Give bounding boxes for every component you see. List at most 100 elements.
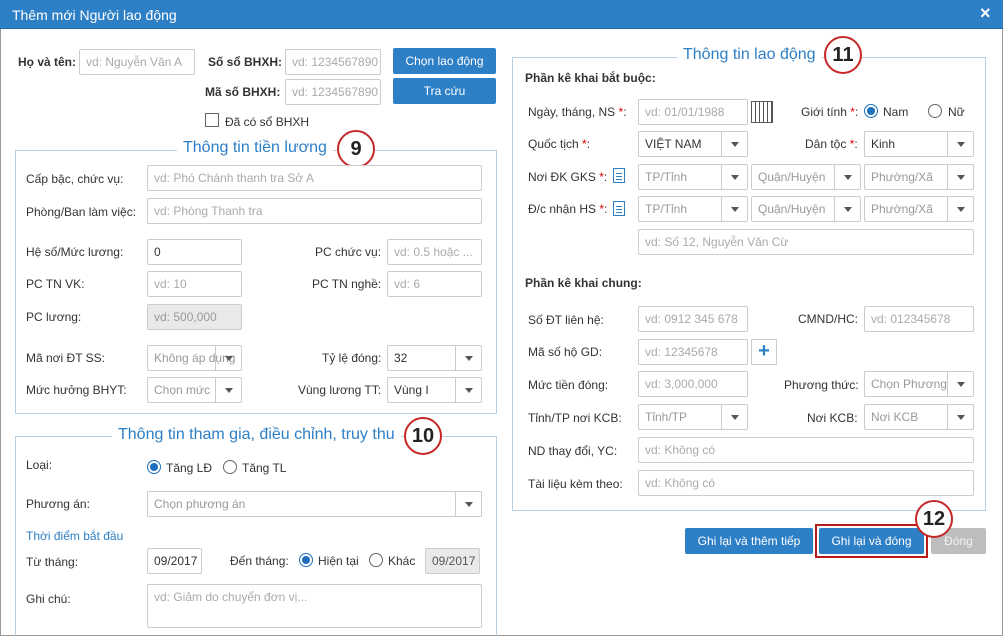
noi-dk-huyen-select[interactable]: Quận/Huyện (751, 164, 861, 190)
ghi-lai-them-tiep-button[interactable]: Ghi lại và thêm tiếp (685, 528, 813, 554)
quoc-tich-label: Quốc tịch *: (528, 137, 591, 151)
muc-tien-input[interactable]: vd: 3,000,000 (638, 371, 748, 397)
lao-dong-legend: Thông tin lao động (677, 46, 822, 64)
chevron-down-icon (465, 388, 473, 393)
vung-luong-value: Vùng I (394, 383, 429, 397)
gioi-tinh-label: Giới tính *: (801, 105, 859, 119)
dropdown-box (721, 405, 747, 429)
dc-nhan-hs-label: Đ/c nhận HS *: (528, 202, 608, 216)
sdt-input[interactable]: vd: 0912 345 678 (638, 306, 748, 332)
document-icon[interactable] (613, 201, 625, 216)
ghi-lai-dong-button[interactable]: Ghi lại và đóng (819, 528, 924, 554)
ho-ten-input[interactable]: vd: Nguyễn Văn A (79, 49, 195, 75)
noi-kcb-select[interactable]: Nơi KCB (864, 404, 974, 430)
chevron-down-icon (731, 175, 739, 180)
chevron-down-icon (731, 207, 739, 212)
tang-ld-label: Tăng LĐ (166, 461, 213, 475)
dropdown-box (455, 378, 481, 402)
tien-luong-legend: Thông tin tiền lương (177, 139, 333, 157)
dan-toc-text: Dân tộc (805, 137, 847, 151)
tinh-kcb-label: Tỉnh/TP nơi KCB: (528, 411, 622, 425)
noi-dk-xa-select[interactable]: Phường/Xã (864, 164, 974, 190)
dc-nhan-huyen-select[interactable]: Quận/Huyện (751, 196, 861, 222)
dan-toc-select[interactable]: Kinh (864, 131, 974, 157)
thoi-diem-heading: Thời điểm bắt đầu (26, 529, 124, 543)
da-co-so-checkbox[interactable] (205, 113, 219, 127)
noi-dk-gks-label: Nơi ĐK GKS *: (528, 170, 608, 184)
dia-chi-input[interactable]: vd: Số 12, Nguyễn Văn Cừ (638, 229, 974, 255)
xa-placeholder: Phường/Xã (871, 202, 933, 216)
ty-le-select[interactable]: 32 (387, 345, 482, 371)
ma-noi-dt-select[interactable]: Không áp dụng (147, 345, 242, 371)
dan-toc-value: Kinh (871, 137, 896, 151)
add-ho-gd-button[interactable]: + (751, 339, 777, 365)
calendar-icon[interactable] (751, 101, 773, 123)
tai-lieu-input[interactable]: vd: Không có (638, 470, 974, 496)
he-so-input[interactable]: 0 (147, 239, 242, 265)
muc-bhyt-label: Mức hưởng BHYT: (26, 383, 127, 397)
ma-bhxh-input[interactable]: vd: 1234567890 (285, 79, 381, 105)
required-star: * (599, 170, 604, 184)
nu-radio[interactable] (928, 104, 942, 118)
document-icon[interactable] (613, 168, 625, 183)
muc-bhyt-select[interactable]: Chọn mức (147, 377, 242, 403)
chon-lao-dong-button[interactable]: Chọn lao động (393, 48, 496, 74)
tai-lieu-label: Tài liệu kèm theo: (528, 477, 623, 491)
pc-luong-input[interactable]: vd: 500,000 (147, 304, 242, 330)
required-star: * (849, 137, 855, 151)
so-bhxh-label: Số sổ BHXH: (208, 55, 283, 69)
pc-tn-nghe-input[interactable]: vd: 6 (387, 271, 482, 297)
chevron-down-icon (957, 207, 965, 212)
cmnd-input[interactable]: vd: 012345678 (864, 306, 974, 332)
chevron-down-icon (465, 502, 473, 507)
close-icon[interactable]: × (980, 3, 991, 24)
ghi-chu-label: Ghi chú: (26, 592, 71, 606)
dropdown-box (947, 405, 973, 429)
tang-tl-radio[interactable] (223, 460, 237, 474)
dc-nhan-tinh-select[interactable]: TP/Tỉnh (638, 196, 748, 222)
phuong-an-select[interactable]: Chọn phương án (147, 491, 482, 517)
ma-ho-label: Mã số hộ GD: (528, 345, 603, 359)
quoc-tich-select[interactable]: VIỆT NAM (638, 131, 748, 157)
khac-radio[interactable] (369, 553, 383, 567)
ma-ho-input[interactable]: vd: 12345678 (638, 339, 748, 365)
chevron-down-icon (844, 175, 852, 180)
muc-bhyt-value: Chọn mức (154, 383, 211, 397)
nd-thay-doi-input[interactable]: vd: Không có (638, 437, 974, 463)
da-co-so-label: Đã có sổ BHXH (225, 115, 310, 129)
vung-luong-select[interactable]: Vùng I (387, 377, 482, 403)
pc-chuc-vu-input[interactable]: vd: 0.5 hoặc ... (387, 239, 482, 265)
ghi-chu-textarea[interactable]: vd: Giảm do chuyển đơn vị... (147, 584, 482, 628)
chevron-down-icon (731, 415, 739, 420)
phong-ban-input[interactable]: vd: Phòng Thanh tra (147, 198, 482, 224)
sdt-label: Số ĐT liên hệ: (528, 313, 604, 327)
pc-tn-vk-label: PC TN VK: (26, 277, 85, 291)
tinh-kcb-value: Tỉnh/TP (645, 410, 688, 424)
tinh-kcb-select[interactable]: Tỉnh/TP (638, 404, 748, 430)
nam-radio[interactable] (864, 104, 878, 118)
cmnd-label: CMND/HC: (798, 312, 858, 326)
tang-ld-radio[interactable] (147, 460, 161, 474)
noi-dk-tinh-select[interactable]: TP/Tỉnh (638, 164, 748, 190)
tu-thang-input[interactable]: 09/2017 (147, 548, 202, 574)
chevron-down-icon (731, 142, 739, 147)
phong-ban-label: Phòng/Ban làm việc: (26, 205, 137, 219)
pc-tn-vk-input[interactable]: vd: 10 (147, 271, 242, 297)
dc-nhan-xa-select[interactable]: Phường/Xã (864, 196, 974, 222)
cap-bac-label: Cấp bậc, chức vụ: (26, 172, 124, 186)
chevron-down-icon (465, 356, 473, 361)
cap-bac-input[interactable]: vd: Phó Chánh thanh tra Sở A (147, 165, 482, 191)
dan-toc-label: Dân tộc *: (805, 137, 858, 151)
callout-badge-9: 9 (337, 130, 375, 168)
hien-tai-label: Hiện tại (318, 554, 359, 568)
phuong-thuc-select[interactable]: Chọn Phương (864, 371, 974, 397)
ngay-sinh-input[interactable]: vd: 01/01/1988 (638, 99, 748, 125)
hien-tai-radio[interactable] (299, 553, 313, 567)
dropdown-box (947, 372, 973, 396)
ma-noi-dt-label: Mã nơi ĐT SS: (26, 351, 106, 365)
dropdown-box (834, 197, 860, 221)
vung-luong-label: Vùng lương TT: (298, 383, 382, 397)
so-bhxh-input[interactable]: vd: 1234567890 (285, 49, 381, 75)
tra-cuu-button[interactable]: Tra cứu (393, 78, 496, 104)
den-thang-input[interactable]: 09/2017 (425, 548, 480, 574)
